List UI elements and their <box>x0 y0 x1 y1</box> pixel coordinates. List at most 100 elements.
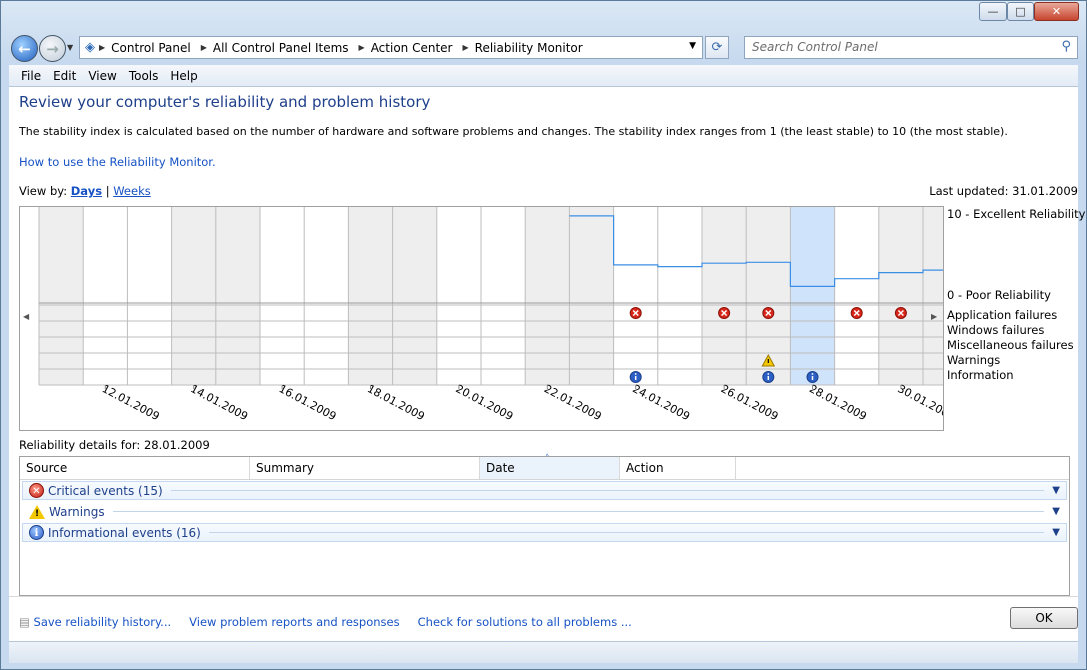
chart-day-column <box>834 207 879 385</box>
group-divider <box>170 490 1045 491</box>
refresh-icon[interactable]: ⟳ <box>705 36 729 59</box>
chart-day-column <box>569 207 614 385</box>
info-event-dot <box>634 373 637 375</box>
breadcrumb-control-panel[interactable]: Control Panel <box>105 41 197 55</box>
menu-view[interactable]: View <box>88 69 116 83</box>
chart-day-column <box>171 207 216 385</box>
date-tick-label: 28.01.2009 <box>807 382 869 423</box>
group-label: Informational events (16) <box>48 525 201 540</box>
group-warnings[interactable]: Warnings ▼ <box>22 502 1067 522</box>
last-updated: Last updated: 31.01.2009 <box>929 184 1078 198</box>
table-header: Source Summary Date ˄ Action <box>20 454 1069 480</box>
maximize-button[interactable]: □ <box>1007 2 1034 21</box>
column-action[interactable]: Action <box>620 457 736 479</box>
reliability-chart-svg[interactable]: 12.01.2009 14.01.2009 16.01.2009 18.01.2009… <box>20 207 943 430</box>
search-icon[interactable]: ⚲ <box>1061 39 1071 54</box>
column-summary[interactable]: Summary <box>250 457 480 479</box>
scroll-right-icon[interactable]: ▶ <box>931 312 937 321</box>
chevron-right-icon[interactable]: ▶ <box>197 43 207 52</box>
reliability-chart[interactable]: 12.01.2009 14.01.2009 16.01.2009 18.01.2009… <box>19 206 944 431</box>
ok-button[interactable]: OK <box>1010 607 1078 629</box>
chart-day-column <box>348 207 393 385</box>
search-input[interactable]: Search Control Panel ⚲ <box>744 36 1078 59</box>
reliability-monitor-window: — □ ✕ ← → ▼ ◈ ▶ Control Panel ▶ All Cont… <box>0 0 1087 670</box>
close-button[interactable]: ✕ <box>1034 2 1079 21</box>
chart-day-column <box>215 207 260 385</box>
status-bar <box>9 641 1078 663</box>
menu-file[interactable]: File <box>21 69 41 83</box>
column-source[interactable]: Source <box>20 457 250 479</box>
menu-edit[interactable]: Edit <box>53 69 76 83</box>
date-tick-label: 24.01.2009 <box>630 382 692 423</box>
chevron-right-icon[interactable]: ▶ <box>458 43 468 52</box>
details-label: Reliability details for: 28.01.2009 <box>19 438 210 452</box>
date-tick-label: 20.01.2009 <box>453 382 515 423</box>
breadcrumb-all-items[interactable]: All Control Panel Items <box>207 41 355 55</box>
y-label-poor: 0 - Poor Reliability <box>947 288 1051 302</box>
row-label-misc-failures: Miscellaneous failures <box>947 338 1074 352</box>
save-history-link[interactable]: ▤ Save reliability history... <box>19 615 171 629</box>
chevron-down-icon[interactable]: ▼ <box>1052 485 1060 496</box>
chart-day-column <box>436 207 481 385</box>
group-divider <box>208 532 1045 533</box>
group-critical-events[interactable]: ✕ Critical events (15) ▼ <box>22 481 1067 500</box>
row-label-application-failures: Application failures <box>947 308 1058 322</box>
chart-day-column <box>260 207 305 385</box>
group-label: Warnings <box>49 504 105 519</box>
y-label-excellent: 10 - Excellent Reliability <box>947 207 1086 221</box>
row-label-information: Information <box>947 368 1014 382</box>
footer: ▤ Save reliability history... View probl… <box>9 596 1078 641</box>
breadcrumb-action-center[interactable]: Action Center <box>365 41 459 55</box>
info-event-dot <box>811 373 814 375</box>
chevron-down-icon[interactable]: ▼ <box>1052 506 1060 517</box>
chart-day-column <box>657 207 702 385</box>
column-date-label: Date <box>486 461 515 475</box>
chart-day-column <box>304 207 349 385</box>
view-days-link[interactable]: Days <box>71 184 102 198</box>
recent-pages-dropdown-icon[interactable]: ▼ <box>67 43 73 52</box>
date-tick-label: 22.01.2009 <box>542 382 604 423</box>
menu-bar: File Edit View Tools Help <box>9 65 1078 87</box>
page-title: Review your computer's reliability and p… <box>19 93 431 111</box>
info-event-dot <box>767 373 770 375</box>
view-weeks-link[interactable]: Weeks <box>113 184 151 198</box>
group-label: Critical events (15) <box>48 483 163 498</box>
search-placeholder: Search Control Panel <box>752 40 878 54</box>
group-informational-events[interactable]: i Informational events (16) ▼ <box>22 523 1067 542</box>
chart-day-column <box>702 207 747 385</box>
date-tick-label: 30.01.2009 <box>895 382 943 423</box>
date-tick-label: 18.01.2009 <box>365 382 427 423</box>
chart-day-column <box>481 207 526 385</box>
row-label-windows-failures: Windows failures <box>947 323 1045 337</box>
address-bar[interactable]: ◈ ▶ Control Panel ▶ All Control Panel It… <box>79 36 703 59</box>
view-reports-link[interactable]: View problem reports and responses <box>189 615 399 629</box>
back-arrow-icon[interactable]: ← <box>11 35 38 62</box>
scroll-left-icon[interactable]: ◀ <box>23 312 29 321</box>
info-icon: i <box>29 525 44 540</box>
chart-day-column <box>127 207 172 385</box>
view-by-label: View by: <box>19 184 71 198</box>
breadcrumb-reliability-monitor[interactable]: Reliability Monitor <box>469 41 589 55</box>
save-document-icon: ▤ <box>19 615 34 629</box>
forward-arrow-icon[interactable]: → <box>39 35 66 62</box>
howto-link[interactable]: How to use the Reliability Monitor. <box>19 155 216 169</box>
column-date[interactable]: Date ˄ <box>480 454 620 479</box>
check-solutions-link[interactable]: Check for solutions to all problems ... <box>418 615 632 629</box>
date-tick-label: 26.01.2009 <box>719 382 781 423</box>
chevron-down-icon[interactable]: ▼ <box>1052 527 1060 538</box>
view-separator: | <box>102 184 114 198</box>
address-dropdown-icon[interactable]: ▼ <box>689 41 696 51</box>
control-panel-shield-icon: ◈ <box>85 40 95 55</box>
view-by: View by: Days | Weeks <box>19 184 151 198</box>
title-bar: — □ ✕ <box>1 1 1086 31</box>
details-table: Source Summary Date ˄ Action ✕ Critical e… <box>19 454 1070 596</box>
chevron-right-icon[interactable]: ▶ <box>355 43 365 52</box>
menu-help[interactable]: Help <box>170 69 197 83</box>
minimize-button[interactable]: — <box>979 2 1007 21</box>
footer-links: ▤ Save reliability history... View probl… <box>19 615 632 629</box>
row-label-warnings: Warnings <box>947 353 1001 367</box>
chart-day-column <box>613 207 658 385</box>
chevron-right-icon[interactable]: ▶ <box>95 43 105 52</box>
warning-icon <box>29 504 45 522</box>
menu-tools[interactable]: Tools <box>129 69 159 83</box>
